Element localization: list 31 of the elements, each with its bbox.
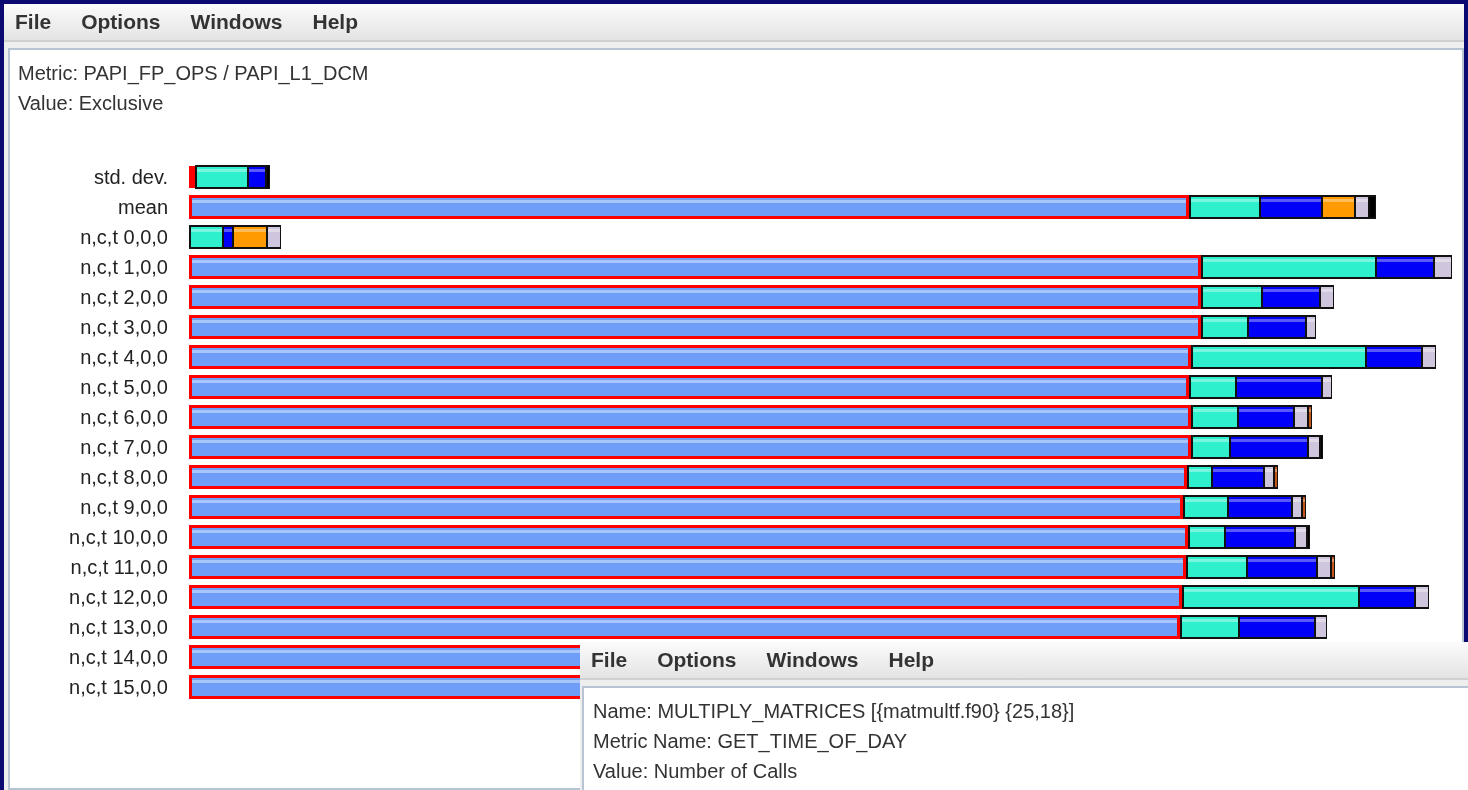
row-label: n,c,t 1,0,0 <box>79 255 168 280</box>
info-line: Name: MULTIPLY_MATRICES [{matmultf.f90} {25,18}] <box>593 699 1075 725</box>
row-label: n,c,t 0,0,0 <box>79 225 168 250</box>
menu-item[interactable]: Options <box>81 6 161 38</box>
row-label: n,c,t 7,0,0 <box>79 435 168 460</box>
info-line: Metric Name: GET_TIME_OF_DAY <box>593 729 908 755</box>
row-label: n,c,t 8,0,0 <box>79 465 168 490</box>
row-label: n,c,t 10,0,0 <box>68 525 168 550</box>
info-line: Value: Exclusive <box>18 91 164 116</box>
menu-item[interactable]: File <box>591 644 628 676</box>
menu-item[interactable]: Help <box>312 6 358 38</box>
menu-item[interactable]: Windows <box>766 644 859 676</box>
info-line: Metric: PAPI_FP_OPS / PAPI_L1_DCM <box>18 61 369 87</box>
row-label: n,c,t 5,0,0 <box>79 375 168 400</box>
menu-item[interactable]: Help <box>888 644 934 676</box>
row-label: n,c,t 13,0,0 <box>68 615 168 640</box>
row-label: n,c,t 15,0,0 <box>68 675 168 700</box>
row-label: n,c,t 11,0,0 <box>69 555 168 580</box>
row-label: n,c,t 6,0,0 <box>79 405 168 430</box>
row-label: n,c,t 3,0,0 <box>79 315 168 340</box>
menu-item[interactable]: Windows <box>190 6 283 38</box>
row-label: n,c,t 4,0,0 <box>79 345 168 370</box>
row-label: n,c,t 9,0,0 <box>79 495 168 520</box>
row-label: n,c,t 2,0,0 <box>79 285 168 310</box>
menu-item[interactable]: Options <box>657 644 737 676</box>
row-label: mean <box>116 195 168 220</box>
menu-item[interactable]: File <box>15 6 52 38</box>
row-label: std. dev. <box>92 165 168 190</box>
row-label: n,c,t 14,0,0 <box>68 645 168 670</box>
info-line: Value: Number of Calls <box>593 759 798 784</box>
row-label: n,c,t 12,0,0 <box>68 585 168 610</box>
